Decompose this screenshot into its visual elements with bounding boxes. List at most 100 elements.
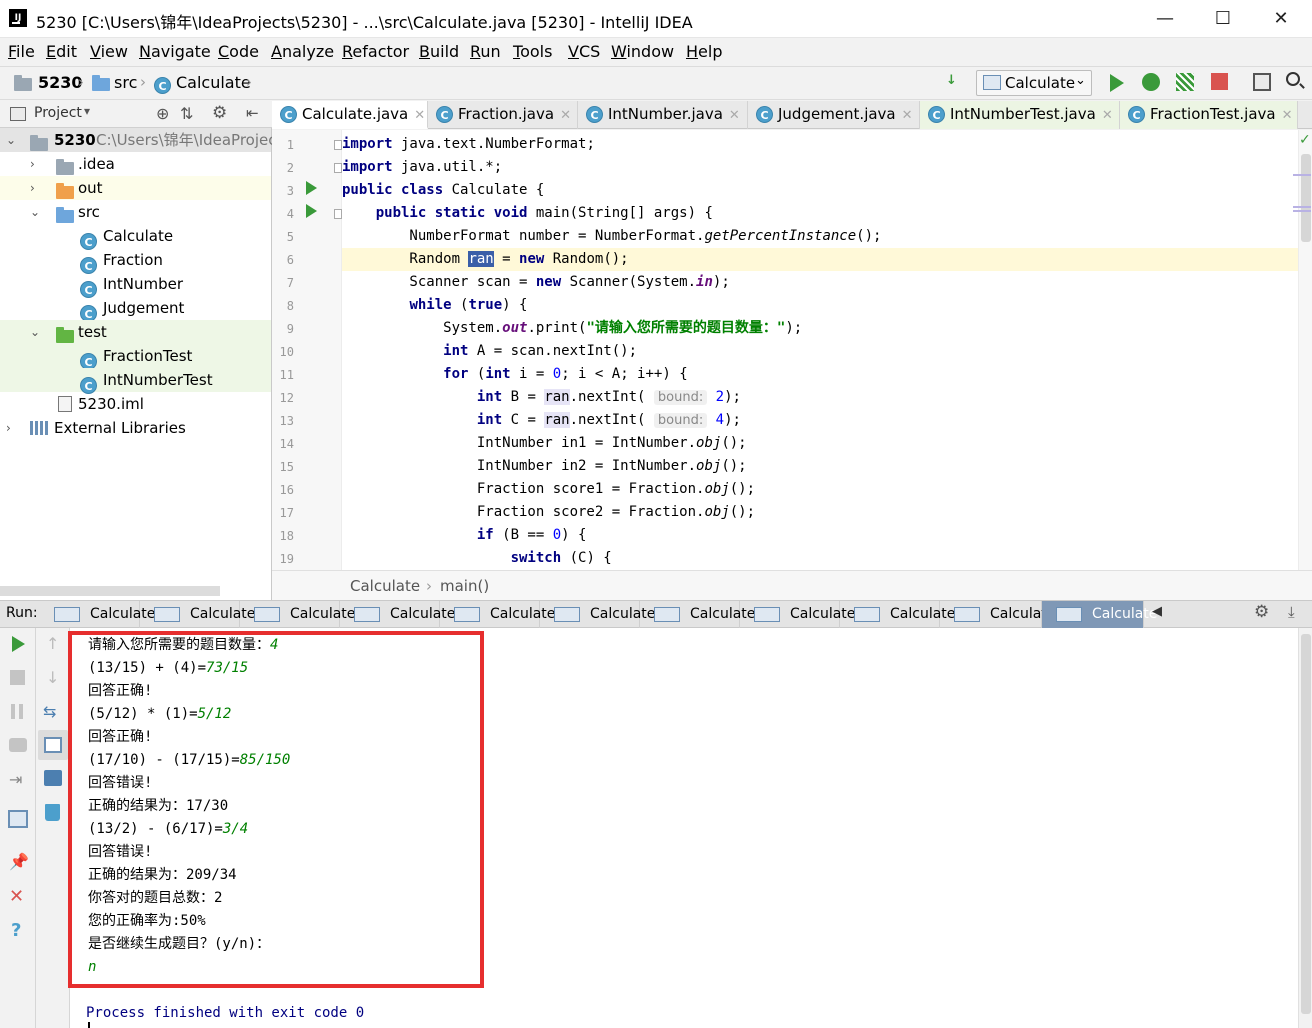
crumb-src[interactable]: src xyxy=(114,73,137,92)
close-tab-icon[interactable]: ✕ xyxy=(729,108,740,123)
tab-fraction-java[interactable]: C Fraction.java ✕ xyxy=(428,101,578,129)
tab-intnumbertest-java[interactable]: C IntNumberTest.java ✕ xyxy=(920,101,1120,129)
crumb-project[interactable]: 5230 xyxy=(38,73,83,92)
chevron-down-icon[interactable]: ▾ xyxy=(84,104,90,118)
gear-icon[interactable]: ⚙ xyxy=(212,103,227,123)
menu-file[interactable]: File xyxy=(8,42,35,61)
fold-icon[interactable] xyxy=(334,209,342,219)
chevron-down-icon[interactable]: ⌄ xyxy=(6,128,16,152)
sort-down-icon[interactable]: ↓ xyxy=(946,73,957,88)
fold-icon[interactable] xyxy=(334,163,342,173)
chevron-down-icon[interactable]: ⌄ xyxy=(30,200,40,224)
tree-item-calculate[interactable]: C Calculate xyxy=(0,224,271,250)
chevron-right-icon[interactable]: › xyxy=(6,416,11,440)
close-tab-icon[interactable]: ✕ xyxy=(560,108,571,123)
tree-item-external-libraries[interactable]: › External Libraries xyxy=(0,416,271,440)
code-editor[interactable]: import java.text.NumberFormat; import ja… xyxy=(342,130,1298,570)
menu-vcs[interactable]: VCS xyxy=(568,42,600,61)
horizontal-scrollbar[interactable] xyxy=(0,586,220,596)
print-icon[interactable] xyxy=(44,770,62,786)
run-label: Run: xyxy=(6,605,38,621)
project-structure-icon[interactable] xyxy=(1253,73,1271,91)
tree-item-out[interactable]: › out xyxy=(0,176,271,200)
stop-icon[interactable] xyxy=(10,670,25,685)
arrow-down-icon[interactable]: ↓ xyxy=(46,668,59,687)
scroll-thumb[interactable] xyxy=(1301,634,1311,1014)
tab-intnumber-java[interactable]: C IntNumber.java ✕ xyxy=(578,101,748,129)
code-line: int A = scan.nextInt(); xyxy=(443,343,638,359)
locate-icon[interactable]: ⊕ xyxy=(156,104,169,123)
close-tab-icon[interactable]: ✕ xyxy=(414,108,425,123)
scroll-thumb[interactable] xyxy=(1301,154,1311,242)
breadcrumb-class[interactable]: Calculate xyxy=(350,577,420,595)
tree-item-idea[interactable]: › .idea xyxy=(0,152,271,176)
tab-calculate-java[interactable]: C Calculate.java ✕ xyxy=(272,101,428,129)
tree-item-fraction[interactable]: C Fraction xyxy=(0,248,271,274)
menu-navigate[interactable]: Navigate xyxy=(139,42,211,61)
minimize-button[interactable]: — xyxy=(1136,0,1194,38)
project-panel-title[interactable]: Project xyxy=(34,105,82,121)
tree-item-intnumber[interactable]: C IntNumber xyxy=(0,272,271,298)
close-tab-icon[interactable]: ✕ xyxy=(1282,108,1293,123)
menu-refactor[interactable]: Refactor xyxy=(342,42,409,61)
tree-label: FractionTest xyxy=(103,347,193,365)
menu-tools[interactable]: Tools xyxy=(513,42,552,61)
menu-view[interactable]: View xyxy=(90,42,128,61)
pin-icon[interactable]: 📌 xyxy=(9,852,29,871)
tree-item-judgement[interactable]: C Judgement xyxy=(0,296,271,322)
chevron-down-icon[interactable]: ⌄ xyxy=(30,320,40,344)
menu-build[interactable]: Build xyxy=(419,42,459,61)
trash-icon[interactable] xyxy=(45,804,60,821)
arrow-up-icon[interactable]: ↑ xyxy=(46,634,59,653)
close-icon[interactable]: ✕ xyxy=(9,886,24,907)
run-configuration-select[interactable]: Calculate ⌄ xyxy=(976,70,1092,96)
application-icon xyxy=(54,607,80,622)
tree-item-src[interactable]: ⌄ src xyxy=(0,200,271,224)
close-tab-icon[interactable]: ✕ xyxy=(902,108,913,123)
chevron-right-icon[interactable]: › xyxy=(30,176,35,200)
run-gutter-icon[interactable] xyxy=(306,181,317,195)
editor-scrollbar[interactable]: ✓ xyxy=(1293,130,1312,570)
run-icon[interactable] xyxy=(1110,74,1124,92)
rerun-icon[interactable] xyxy=(12,636,25,652)
run-gutter-icon[interactable] xyxy=(306,204,317,218)
tree-item-test[interactable]: ⌄ test xyxy=(0,320,271,344)
tree-item-5230[interactable]: ⌄ 5230 C:\Users\锦年\IdeaProjec xyxy=(0,128,277,152)
menu-help[interactable]: Help xyxy=(686,42,722,61)
help-icon[interactable]: ? xyxy=(11,920,21,941)
menu-run[interactable]: Run xyxy=(470,42,501,61)
stop-icon[interactable] xyxy=(1211,73,1228,90)
project-folder-icon xyxy=(14,75,32,94)
hide-panel-icon[interactable]: ⇤ xyxy=(246,104,259,122)
tab-fractiontest-java[interactable]: C FractionTest.java ✕ xyxy=(1120,101,1298,129)
menu-window[interactable]: Window xyxy=(611,42,674,61)
tab-judgement-java[interactable]: C Judgement.java ✕ xyxy=(748,101,920,129)
library-icon xyxy=(30,421,48,435)
layout-icon[interactable] xyxy=(8,810,28,828)
menu-analyze[interactable]: Analyze xyxy=(271,42,334,61)
menu-edit[interactable]: Edit xyxy=(46,42,77,61)
hide-panel-icon[interactable]: ⤓ xyxy=(1288,603,1295,621)
debug-icon[interactable] xyxy=(1142,73,1160,91)
scroll-to-end-button[interactable] xyxy=(38,730,68,760)
fold-icon[interactable] xyxy=(334,140,342,150)
coverage-icon[interactable] xyxy=(1176,73,1194,91)
close-button[interactable]: ✕ xyxy=(1252,0,1310,38)
crumb-calculate[interactable]: Calculate xyxy=(176,73,251,92)
breadcrumb-method[interactable]: main() xyxy=(440,577,489,595)
menu-code[interactable]: Code xyxy=(218,42,259,61)
camera-icon[interactable] xyxy=(9,738,27,752)
tree-item-intnumbertest[interactable]: C IntNumberTest xyxy=(0,368,271,394)
tree-item-iml[interactable]: 5230.iml xyxy=(0,392,271,416)
chevron-right-icon[interactable]: › xyxy=(30,152,35,176)
close-tab-icon[interactable]: ✕ xyxy=(1102,108,1113,123)
console-scrollbar[interactable] xyxy=(1298,628,1312,1028)
scroll-tabs-left-icon[interactable]: ◀ xyxy=(1152,604,1162,619)
gear-icon[interactable]: ⚙ xyxy=(1254,602,1269,622)
pause-icon[interactable] xyxy=(11,704,15,719)
collapse-all-icon[interactable]: ⇅ xyxy=(180,104,193,123)
exit-icon[interactable]: ⇥ xyxy=(9,770,22,789)
soft-wrap-icon[interactable]: ⇆ xyxy=(43,702,56,721)
tree-item-fractiontest[interactable]: C FractionTest xyxy=(0,344,271,370)
maximize-button[interactable]: ☐ xyxy=(1194,0,1252,38)
